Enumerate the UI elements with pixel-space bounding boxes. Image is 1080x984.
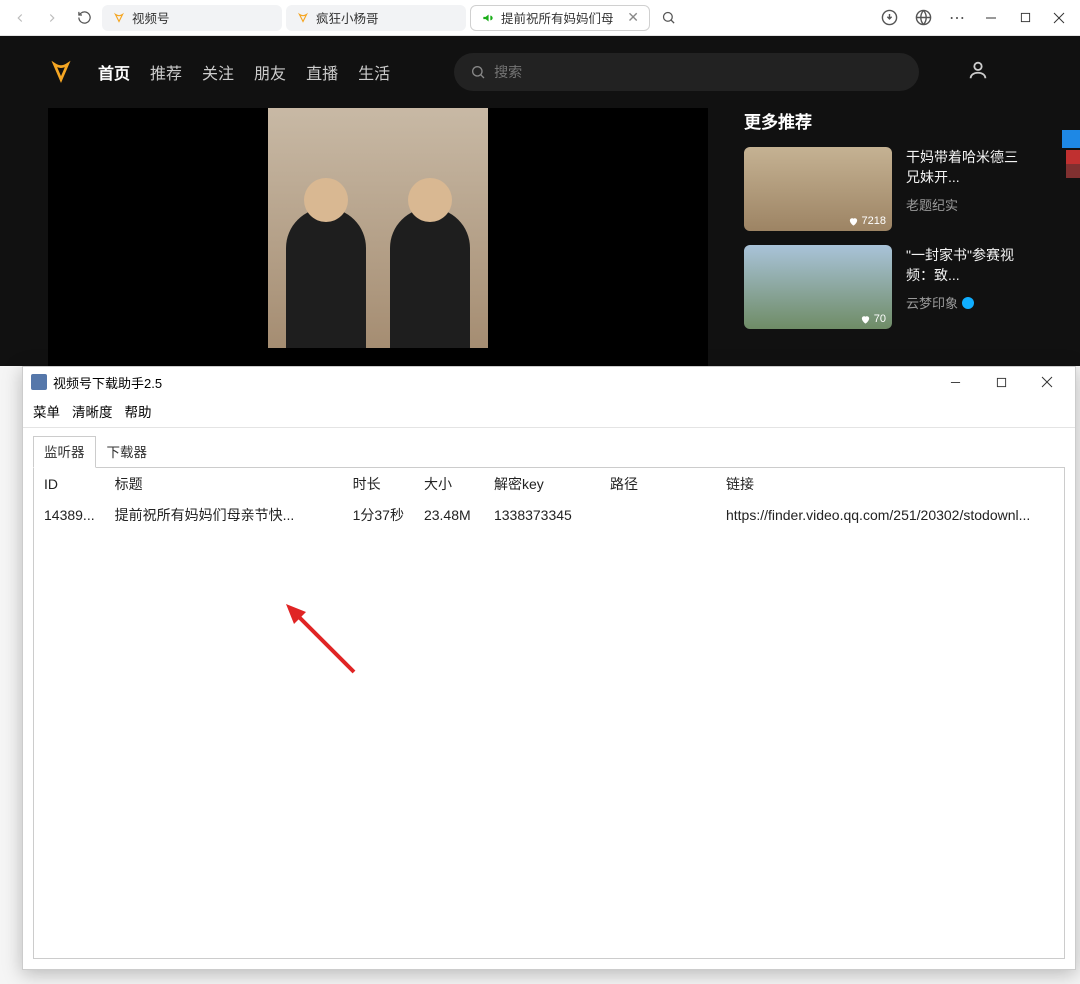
nav-links: 首页 推荐 关注 朋友 直播 生活	[98, 60, 390, 84]
close-icon[interactable]: ✕	[627, 9, 639, 26]
tab-bar: 监听器 下载器	[23, 428, 1075, 468]
menu-help[interactable]: 帮助	[125, 401, 152, 421]
recommend-panel: 更多推荐 7218 干妈带着哈米德三兄妹开... 老题纪实	[744, 108, 1032, 366]
nav-forward[interactable]	[38, 4, 66, 32]
wechat-channels-logo-icon	[48, 59, 74, 85]
nav-friends[interactable]: 朋友	[254, 60, 286, 84]
col-id[interactable]: ID	[34, 468, 105, 501]
recommend-item-title: "一封家书"参赛视频：致...	[906, 245, 1026, 285]
tab-label: 提前祝所有妈妈们母	[501, 8, 621, 27]
profile-icon[interactable]	[967, 59, 989, 86]
col-title[interactable]: 标题	[105, 468, 343, 501]
search-box[interactable]	[454, 53, 919, 91]
browser-chrome: 视频号 疯狂小杨哥 提前祝所有妈妈们母 ✕ ⋯	[0, 0, 1080, 36]
recommend-item[interactable]: 7218 干妈带着哈米德三兄妹开... 老题纪实	[744, 147, 1032, 231]
tab-listener[interactable]: 监听器	[33, 436, 96, 468]
window-titlebar[interactable]: 视频号下载助手2.5	[23, 367, 1075, 397]
recommend-item-title: 干妈带着哈米德三兄妹开...	[906, 147, 1026, 187]
annotation-arrow-icon	[282, 602, 372, 682]
cell-path	[600, 501, 716, 530]
menu-quality[interactable]: 清晰度	[72, 401, 113, 421]
nav-live[interactable]: 直播	[306, 60, 338, 84]
menu-menu[interactable]: 菜单	[33, 401, 60, 421]
likes-badge: 7218	[848, 215, 886, 227]
col-link[interactable]: 链接	[716, 468, 1064, 501]
browser-tab-1[interactable]: 疯狂小杨哥	[286, 5, 466, 31]
nav-recommend[interactable]: 推荐	[150, 60, 182, 84]
nav-back[interactable]	[6, 4, 34, 32]
recommend-author: 老题纪实	[906, 195, 1026, 214]
cell-link: https://finder.video.qq.com/251/20302/st…	[716, 501, 1064, 530]
maximize-icon[interactable]	[981, 368, 1021, 396]
tab-label: 视频号	[132, 8, 272, 27]
downloader-window: 视频号下载助手2.5 菜单 清晰度 帮助 监听器 下载器 ID 标题 时长 大小…	[22, 366, 1076, 970]
wechat-channels-icon	[112, 11, 126, 25]
recommend-thumb: 70	[744, 245, 892, 329]
tab-label: 疯狂小杨哥	[316, 8, 456, 27]
table-wrap: ID 标题 时长 大小 解密key 路径 链接 14389... 提前祝所有妈妈…	[33, 467, 1065, 959]
verified-icon	[962, 297, 974, 309]
side-app-strip	[1066, 150, 1080, 178]
maximize-icon[interactable]	[1010, 3, 1040, 33]
search-icon[interactable]	[654, 4, 682, 32]
video-header: 首页 推荐 关注 朋友 直播 生活	[0, 36, 1080, 108]
recommend-thumb: 7218	[744, 147, 892, 231]
app-icon	[31, 374, 47, 390]
recommend-author: 云梦印象	[906, 293, 1026, 312]
likes-badge: 70	[860, 313, 886, 325]
heart-icon	[848, 216, 859, 227]
sound-icon	[481, 11, 495, 25]
nav-life[interactable]: 生活	[358, 60, 390, 84]
recommend-item[interactable]: 70 "一封家书"参赛视频：致... 云梦印象	[744, 245, 1032, 329]
close-icon[interactable]	[1044, 3, 1074, 33]
more-icon[interactable]: ⋯	[942, 3, 972, 33]
heart-icon	[860, 314, 871, 325]
cell-title: 提前祝所有妈妈们母亲节快...	[105, 501, 343, 530]
globe-icon[interactable]	[908, 3, 938, 33]
video-player[interactable]	[48, 108, 708, 366]
table-header: ID 标题 时长 大小 解密key 路径 链接	[34, 468, 1064, 501]
tab-downloader[interactable]: 下载器	[96, 436, 159, 468]
download-icon[interactable]	[874, 3, 904, 33]
video-app: 首页 推荐 关注 朋友 直播 生活 更多推荐	[0, 36, 1080, 366]
recommend-title: 更多推荐	[744, 108, 1032, 133]
table-row[interactable]: 14389... 提前祝所有妈妈们母亲节快... 1分37秒 23.48M 13…	[34, 501, 1064, 530]
video-body: 更多推荐 7218 干妈带着哈米德三兄妹开... 老题纪实	[0, 108, 1080, 366]
search-icon	[470, 64, 486, 80]
cell-size: 23.48M	[414, 501, 484, 530]
col-size[interactable]: 大小	[414, 468, 484, 501]
col-path[interactable]: 路径	[600, 468, 716, 501]
window-title: 视频号下载助手2.5	[53, 373, 162, 392]
cell-key: 1338373345	[484, 501, 600, 530]
close-icon[interactable]	[1027, 368, 1067, 396]
col-key[interactable]: 解密key	[484, 468, 600, 501]
nav-follow[interactable]: 关注	[202, 60, 234, 84]
minimize-icon[interactable]	[935, 368, 975, 396]
menu-bar: 菜单 清晰度 帮助	[23, 397, 1075, 428]
search-input[interactable]	[494, 64, 903, 80]
cell-id: 14389...	[34, 501, 105, 530]
minimize-icon[interactable]	[976, 3, 1006, 33]
download-table: ID 标题 时长 大小 解密key 路径 链接 14389... 提前祝所有妈妈…	[34, 468, 1064, 529]
nav-home[interactable]: 首页	[98, 60, 130, 84]
col-duration[interactable]: 时长	[343, 468, 414, 501]
browser-tab-0[interactable]: 视频号	[102, 5, 282, 31]
cell-duration: 1分37秒	[343, 501, 414, 530]
nav-reload[interactable]	[70, 4, 98, 32]
video-frame	[268, 108, 488, 348]
browser-tab-2[interactable]: 提前祝所有妈妈们母 ✕	[470, 5, 650, 31]
wechat-channels-icon	[296, 11, 310, 25]
side-app-icon[interactable]	[1062, 130, 1080, 148]
